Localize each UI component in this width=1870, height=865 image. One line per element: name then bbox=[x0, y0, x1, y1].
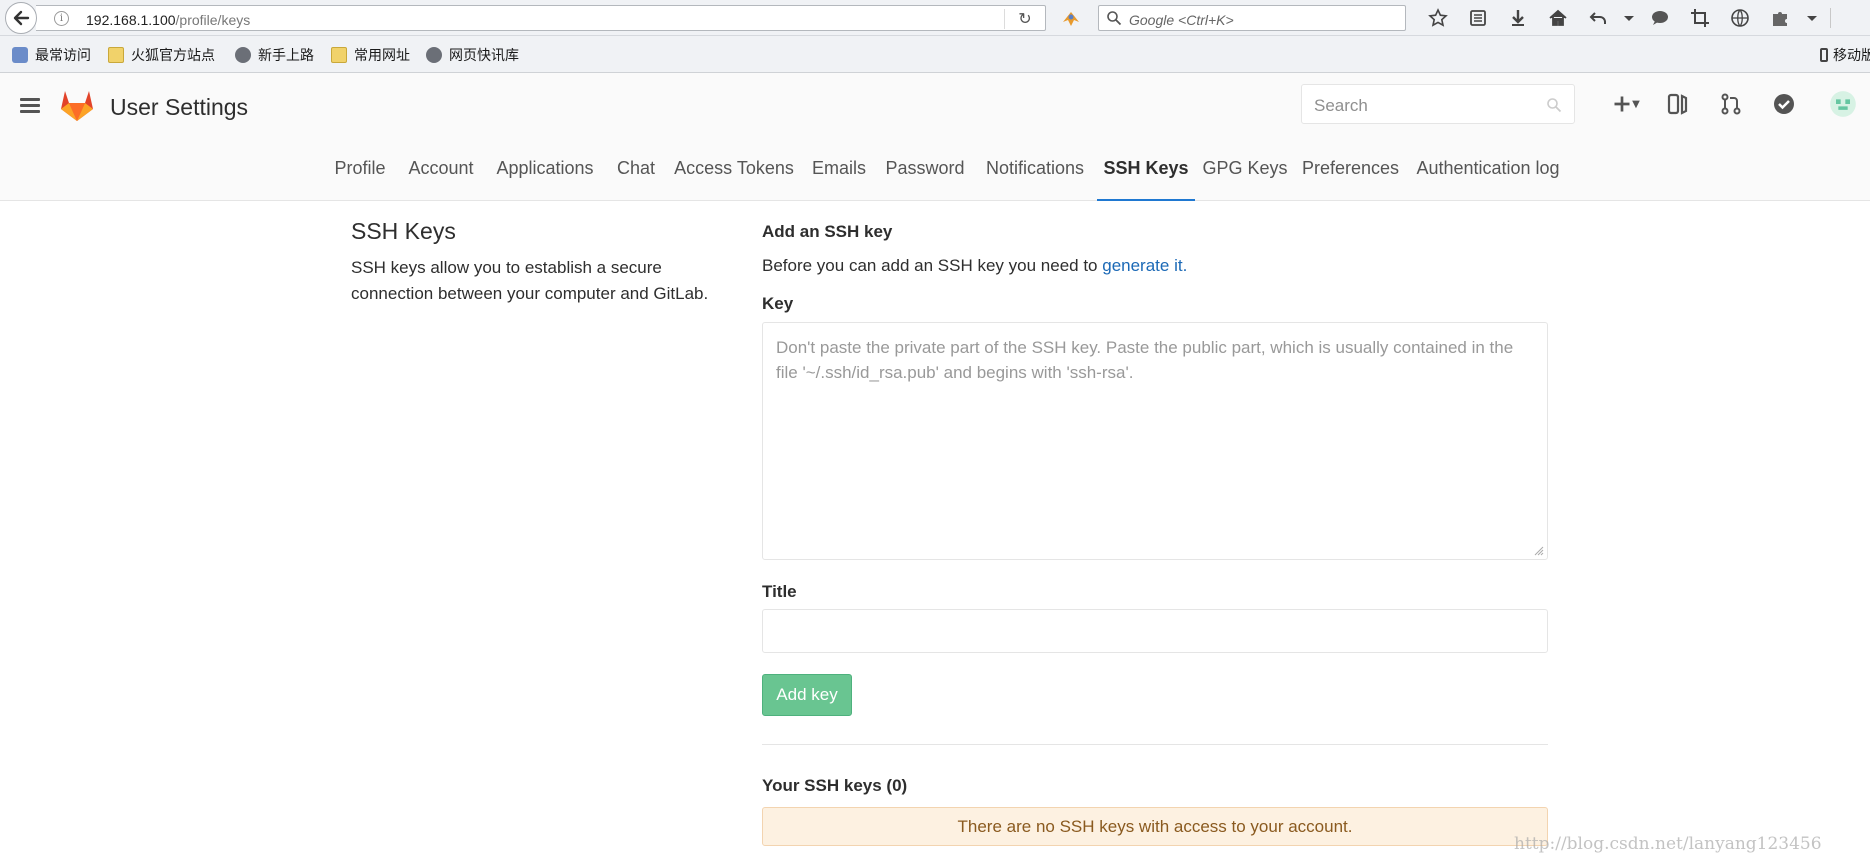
browser-search-placeholder: Google <Ctrl+K> bbox=[1129, 12, 1234, 28]
section-divider bbox=[762, 744, 1548, 745]
issues-board-icon bbox=[1667, 93, 1688, 115]
bookmark-item-mobile[interactable]: 移动版 bbox=[1820, 46, 1870, 64]
bookmark-item[interactable]: 常用网址 bbox=[331, 46, 410, 64]
site-info-icon[interactable]: i bbox=[54, 11, 69, 26]
search-placeholder: Search bbox=[1314, 96, 1368, 115]
plus-icon bbox=[1614, 96, 1630, 112]
bookmark-star-icon[interactable] bbox=[1418, 6, 1458, 30]
tab-profile[interactable]: Profile bbox=[328, 148, 392, 201]
todos-button[interactable] bbox=[1767, 89, 1801, 119]
most-visited-icon bbox=[12, 47, 28, 63]
url-text[interactable]: 192.168.1.100/profile/keys bbox=[86, 12, 250, 28]
tab-password[interactable]: Password bbox=[882, 148, 968, 201]
mobile-icon bbox=[1820, 48, 1828, 62]
browser-toolbar: i 192.168.1.100/profile/keys ↻ Google <C… bbox=[0, 0, 1870, 36]
search-input[interactable]: Search bbox=[1301, 84, 1575, 124]
globe-icon bbox=[426, 47, 442, 63]
bookmark-item[interactable]: 火狐官方站点 bbox=[108, 46, 215, 64]
hamburger-menu-icon[interactable] bbox=[20, 98, 40, 114]
undo-icon[interactable] bbox=[1578, 6, 1618, 30]
url-path: /profile/keys bbox=[175, 12, 251, 28]
tab-notifications[interactable]: Notifications bbox=[980, 148, 1090, 201]
folder-icon bbox=[108, 47, 124, 63]
tab-preferences[interactable]: Preferences bbox=[1302, 148, 1399, 201]
reload-icon[interactable]: ↻ bbox=[1011, 10, 1039, 28]
back-arrow-icon bbox=[13, 10, 30, 26]
toolbar-divider bbox=[1830, 8, 1831, 28]
tab-gpg-keys[interactable]: GPG Keys bbox=[1200, 148, 1290, 201]
section-title: SSH Keys bbox=[351, 218, 456, 244]
chat-icon[interactable] bbox=[1640, 6, 1680, 30]
section-description: SSH keys allow you to establish a secure… bbox=[351, 258, 709, 303]
key-placeholder: Don't paste the private part of the SSH … bbox=[776, 338, 1514, 382]
bookmark-item[interactable]: 网页快讯库 bbox=[426, 46, 519, 64]
url-host: 192.168.1.100 bbox=[86, 12, 176, 28]
gitlab-header: User Settings Search ▼ Profile Account A… bbox=[0, 73, 1870, 201]
chevron-down-icon: ▼ bbox=[1632, 98, 1640, 110]
extension-icon[interactable] bbox=[1060, 8, 1082, 28]
bookmark-label: 新手上路 bbox=[258, 47, 314, 63]
empty-keys-alert: There are no SSH keys with access to you… bbox=[762, 807, 1548, 846]
tab-authentication-log[interactable]: Authentication log bbox=[1410, 148, 1566, 201]
bookmark-label: 网页快讯库 bbox=[449, 47, 519, 63]
crop-icon[interactable] bbox=[1680, 6, 1720, 30]
ssh-keys-intro: SSH Keys SSH keys allow you to establish… bbox=[351, 218, 731, 307]
puzzle-icon[interactable] bbox=[1760, 6, 1800, 30]
browser-search-bar[interactable]: Google <Ctrl+K> bbox=[1098, 5, 1406, 31]
merge-request-icon bbox=[1721, 93, 1741, 115]
bookmark-label: 火狐官方站点 bbox=[131, 47, 215, 63]
back-button[interactable] bbox=[5, 2, 37, 34]
add-key-button[interactable]: Add key bbox=[762, 674, 852, 716]
globe-icon bbox=[235, 47, 251, 63]
check-circle-icon bbox=[1774, 94, 1794, 114]
help-text: Before you can add an SSH key you need t… bbox=[762, 256, 1187, 276]
title-input[interactable] bbox=[762, 609, 1548, 653]
gitlab-logo-icon[interactable] bbox=[58, 87, 96, 123]
dropdown-icon[interactable] bbox=[1618, 6, 1640, 30]
bookmark-label: 常用网址 bbox=[354, 47, 410, 63]
bookmark-item[interactable]: 最常访问 bbox=[12, 46, 91, 64]
title-label: Title bbox=[762, 582, 797, 601]
search-icon bbox=[1107, 11, 1122, 26]
tab-account[interactable]: Account bbox=[404, 148, 478, 201]
tab-chat[interactable]: Chat bbox=[612, 148, 660, 201]
settings-tabs: Profile Account Applications Chat Access… bbox=[0, 148, 1870, 201]
search-icon bbox=[1547, 98, 1562, 113]
tab-ssh-keys[interactable]: SSH Keys bbox=[1097, 148, 1195, 201]
url-bar[interactable]: i 192.168.1.100/profile/keys ↻ bbox=[36, 5, 1046, 31]
folder-icon bbox=[331, 47, 347, 63]
avatar bbox=[1830, 91, 1856, 117]
tab-emails[interactable]: Emails bbox=[808, 148, 870, 201]
url-separator bbox=[1004, 9, 1005, 29]
watermark: http://blog.csdn.net/lanyang123456 bbox=[1514, 834, 1822, 854]
resize-handle-icon[interactable] bbox=[1534, 546, 1544, 556]
download-icon[interactable] bbox=[1498, 6, 1538, 30]
page-title[interactable]: User Settings bbox=[110, 94, 248, 121]
bookmark-label: 最常访问 bbox=[35, 47, 91, 63]
tab-access-tokens[interactable]: Access Tokens bbox=[672, 148, 796, 201]
form-heading: Add an SSH key bbox=[762, 222, 893, 241]
menu-dropdown-icon[interactable] bbox=[1800, 6, 1824, 30]
bookmark-item[interactable]: 新手上路 bbox=[235, 46, 314, 64]
new-dropdown-button[interactable]: ▼ bbox=[1603, 89, 1649, 119]
globe-icon[interactable] bbox=[1720, 6, 1760, 30]
bookmark-label: 移动版 bbox=[1833, 47, 1870, 63]
merge-requests-button[interactable] bbox=[1714, 89, 1748, 119]
user-menu[interactable] bbox=[1821, 89, 1865, 119]
key-textarea[interactable]: Don't paste the private part of the SSH … bbox=[762, 322, 1548, 560]
bookmarks-bar: 最常访问 火狐官方站点 新手上路 常用网址 网页快讯库 移动版 bbox=[0, 36, 1870, 73]
issues-button[interactable] bbox=[1661, 89, 1695, 119]
help-text-body: Before you can add an SSH key you need t… bbox=[762, 256, 1103, 275]
generate-it-link[interactable]: generate it. bbox=[1102, 256, 1187, 275]
tab-applications[interactable]: Applications bbox=[490, 148, 600, 201]
key-label: Key bbox=[762, 294, 794, 313]
home-icon[interactable] bbox=[1538, 6, 1578, 30]
browser-toolbar-icons bbox=[1418, 6, 1824, 30]
reading-list-icon[interactable] bbox=[1458, 6, 1498, 30]
your-keys-heading: Your SSH keys (0) bbox=[762, 776, 908, 795]
